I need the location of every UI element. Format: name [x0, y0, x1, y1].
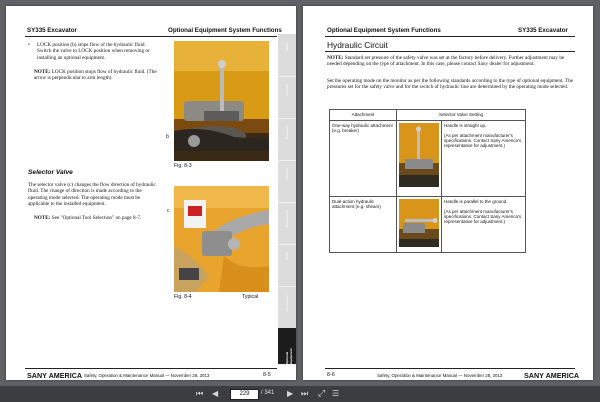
- setting-sub-text: (As per attachment manufacturer's specif…: [444, 132, 522, 148]
- footer-brand: SANY AMERICA: [27, 371, 83, 380]
- footer-page-number: 8-5: [263, 372, 271, 378]
- footer-rule: [325, 368, 575, 369]
- table-cell-setting: Handle is parallel to the ground. (As pe…: [441, 196, 526, 253]
- chapter-tab-safety[interactable]: Safety: [278, 34, 296, 77]
- chapter-tab-label: Maintenance: [285, 210, 289, 228]
- chapter-tab-label: Controls: [285, 84, 289, 96]
- table-cell-attachment: Dual-action hydraulic attachment (e.g. s…: [329, 196, 397, 253]
- table-header-attachment: Attachment: [329, 109, 397, 121]
- menu-icon[interactable]: ☰: [332, 389, 339, 399]
- chapter-tab-transport[interactable]: Transport: [278, 160, 296, 203]
- footer-brand: SANY AMERICA: [524, 371, 580, 380]
- header-left: SY335 Excavator: [27, 27, 77, 34]
- chapter-tab-controls[interactable]: Controls: [278, 76, 296, 119]
- footer-page-number: 8-6: [327, 372, 335, 378]
- bullet-text: LOCK position (b) stops flow of the hydr…: [37, 42, 150, 61]
- last-page-icon[interactable]: ⏭: [301, 389, 308, 399]
- table-header-setting: Selector Valve Setting: [396, 109, 526, 121]
- figure-8-3-caption: Fig. 8-3: [174, 163, 192, 169]
- chapter-tab-label: Safety: [285, 42, 289, 51]
- header-right: Optional Equipment System Functions: [168, 27, 282, 34]
- figure-8-3-photo: [174, 41, 269, 161]
- fullscreen-icon[interactable]: ⤢: [318, 389, 325, 399]
- footer-title: Safety, Operation & Maintenance Manual —…: [377, 373, 503, 378]
- note-paragraph: NOTE: LOCK position stops flow of hydrau…: [34, 69, 159, 82]
- viewer-toolbar: ⏮ ◀ 229 / 341 ▶ ⏭ ⤢ ☰: [0, 386, 600, 402]
- figure-8-4-photo: [174, 186, 269, 292]
- note-text: Standard set pressure of the safety valv…: [327, 55, 565, 68]
- page-title: Hydraulic Circuit: [327, 40, 388, 50]
- note-paragraph: NOTE: Standard set pressure of the safet…: [327, 55, 575, 68]
- table-cell-photo: [396, 196, 442, 253]
- table-cell-attachment: One-way hydraulic attachment (e.g. break…: [329, 120, 397, 197]
- handle-straight-photo: [399, 123, 439, 187]
- footer-rule: [25, 368, 277, 369]
- setting-main-text: Handle is parallel to the ground.: [444, 198, 508, 204]
- right-page: Optional Equipment System Functions SY33…: [303, 6, 593, 380]
- chapter-tab-optional-equipment[interactable]: Optional Equipment: [278, 328, 296, 365]
- table-row: One-way hydraulic attachment (e.g. break…: [329, 120, 526, 197]
- header-rule: [25, 36, 277, 37]
- attachment-table: Attachment Selector Valve Setting One-wa…: [329, 109, 526, 253]
- table-row: Dual-action hydraulic attachment (e.g. s…: [329, 196, 526, 253]
- chapter-tab-troubleshoot[interactable]: Troubleshoot: [278, 286, 296, 329]
- chapter-tab-label: Operation: [285, 126, 289, 140]
- setting-sub-text: (As per attachment manufacturer's specif…: [444, 208, 522, 224]
- chapter-tab-label: Optional Equipment: [285, 348, 293, 365]
- figure-8-4-caption: Fig. 8-4: [174, 294, 192, 300]
- header-right: SY335 Excavator: [518, 27, 568, 34]
- first-page-icon[interactable]: ⏮: [196, 389, 203, 399]
- chapter-tab-label: Specs: [285, 252, 289, 261]
- chapter-tab-maintenance[interactable]: Maintenance: [278, 202, 296, 245]
- chapter-tab-label: Troubleshoot: [285, 294, 289, 312]
- header-left: Optional Equipment System Functions: [327, 27, 441, 34]
- figure-8-4-callout: c: [167, 208, 170, 214]
- note-text: LOCK position stops flow of hydraulic fl…: [34, 69, 157, 82]
- table-cell-photo: [396, 120, 442, 197]
- note2-label: NOTE:: [34, 215, 51, 221]
- figure-8-4-typical-label: Typical: [242, 294, 259, 300]
- chapter-tab-label: Transport: [285, 168, 289, 181]
- footer-title: Safety, Operation & Maintenance Manual —…: [84, 373, 210, 378]
- handle-parallel-photo: [399, 199, 439, 247]
- header-rule: [325, 36, 575, 37]
- bullet-dot: •: [28, 42, 30, 48]
- chapter-tabs: Safety Controls Operation Transport Main…: [278, 34, 296, 365]
- valve-lever-photo: [174, 41, 269, 161]
- title-rule: [325, 51, 575, 52]
- selector-valve-photo: [174, 186, 269, 292]
- intro-paragraph: Set the operating mode on the monitor as…: [327, 78, 573, 91]
- chapter-tab-specs[interactable]: Specs: [278, 244, 296, 287]
- next-page-icon[interactable]: ▶: [287, 389, 293, 399]
- note2-paragraph: NOTE: See "Optional Tool Selection" on p…: [34, 215, 164, 221]
- selector-valve-heading: Selector Valve: [28, 169, 73, 176]
- selector-valve-text: The selector valve (c) changes the flow …: [28, 182, 156, 208]
- previous-page-icon[interactable]: ◀: [212, 389, 218, 399]
- table-cell-setting: Handle is straight up. (As per attachmen…: [441, 120, 526, 197]
- page-number-input[interactable]: 229: [230, 389, 259, 400]
- table-header-row: Attachment Selector Valve Setting: [329, 109, 526, 121]
- total-pages-label: / 341: [261, 390, 275, 396]
- left-page: SY335 Excavator Optional Equipment Syste…: [6, 6, 296, 380]
- chapter-tab-operation[interactable]: Operation: [278, 118, 296, 161]
- note2-text: See "Optional Tool Selection" on page 8-…: [51, 215, 142, 221]
- setting-main-text: Handle is straight up.: [444, 122, 487, 128]
- figure-8-3-callout: b: [166, 134, 169, 140]
